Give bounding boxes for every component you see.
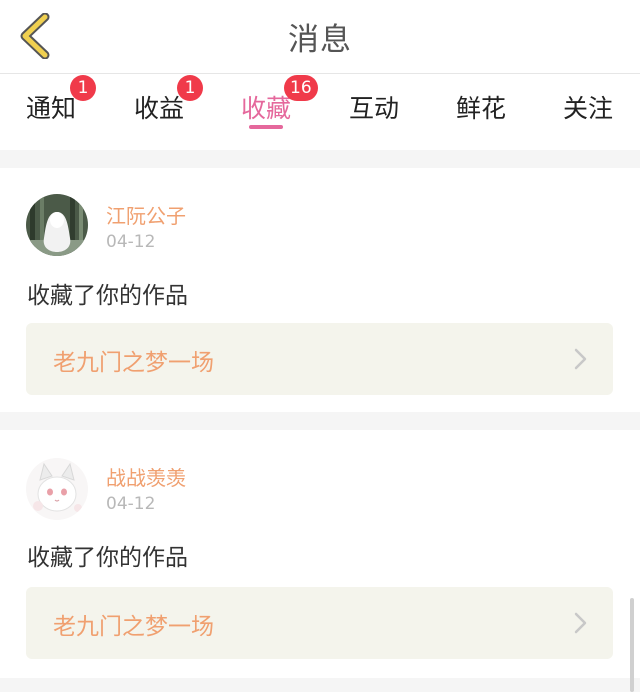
activity-text: 收藏了你的作品 [27,283,188,309]
tab-follows[interactable]: 关注 [543,83,633,143]
tab-bar: 通知 1 收益 1 收藏 16 互动 鲜花 关注 [0,75,640,150]
notification-badge: 1 [70,75,96,101]
timestamp: 04-12 [106,494,156,514]
section-divider [0,678,640,692]
page-title: 消息 [288,22,352,58]
list-item: 战战羡羡 04-12 收藏了你的作品 老九门之梦一场 [0,430,640,678]
active-tab-indicator [249,125,283,129]
chevron-right-icon [574,612,587,634]
tab-label: 关注 [562,94,613,123]
work-title: 老九门之梦一场 [53,614,214,640]
tab-label: 收益 [133,94,184,123]
list-item: 江阮公子 04-12 收藏了你的作品 老九门之梦一场 [0,168,640,412]
tab-earnings[interactable]: 收益 1 [114,75,204,143]
top-bar: 消息 [0,0,640,74]
work-link[interactable]: 老九门之梦一场 [26,587,613,659]
tab-notifications[interactable]: 通知 1 [6,75,96,143]
activity-text: 收藏了你的作品 [27,545,188,571]
scrollbar[interactable] [630,598,634,692]
username[interactable]: 江阮公子 [106,200,186,229]
notification-badge: 1 [177,75,203,101]
notification-badge: 16 [284,75,318,101]
timestamp: 04-12 [106,232,156,252]
tab-label: 收藏 [240,94,291,123]
tab-label: 鲜花 [455,94,506,123]
avatar[interactable] [26,194,88,256]
tab-label: 通知 [25,94,76,123]
tab-favorites[interactable]: 收藏 16 [221,75,318,143]
chevron-right-icon [574,348,587,370]
work-title: 老九门之梦一场 [53,350,214,376]
avatar[interactable] [26,458,88,520]
tab-label: 互动 [348,94,399,123]
work-link[interactable]: 老九门之梦一场 [26,323,613,395]
white-cat-avatar [26,458,88,520]
forest-ghost-avatar [26,194,88,256]
tab-flowers[interactable]: 鲜花 [436,83,526,143]
username[interactable]: 战战羡羡 [106,462,186,491]
section-divider [0,412,640,430]
tab-interactions[interactable]: 互动 [329,83,419,143]
section-divider [0,150,640,168]
